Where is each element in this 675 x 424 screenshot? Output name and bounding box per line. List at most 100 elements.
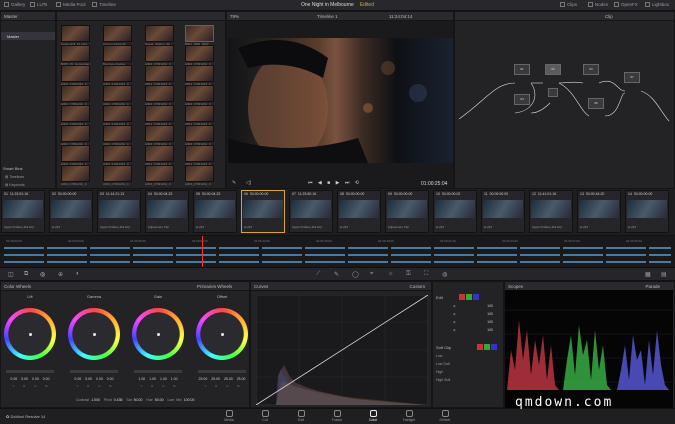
softclip-red-toggle[interactable] bbox=[477, 344, 483, 350]
media-thumbnail[interactable] bbox=[145, 85, 174, 102]
wheel-puck[interactable] bbox=[93, 333, 96, 336]
node-04[interactable]: 04 bbox=[514, 94, 530, 105]
media-thumbnail[interactable] bbox=[61, 125, 90, 142]
media-thumbnail[interactable] bbox=[103, 25, 132, 42]
curves-icon[interactable]: ⟋ bbox=[316, 271, 320, 278]
timeline-clip[interactable]: 03 11:14:21:13 Apple ProRes 422 HQ bbox=[97, 190, 141, 233]
wheel-values-gamma[interactable]: 0.00 0.00 0.00 0.00 bbox=[70, 377, 118, 381]
media-thumbnail[interactable] bbox=[61, 65, 90, 82]
timeline-track[interactable] bbox=[4, 254, 671, 256]
reverse-icon[interactable]: ◀ bbox=[318, 180, 322, 186]
blue-channel-toggle[interactable] bbox=[473, 294, 479, 300]
timeline-track[interactable] bbox=[4, 261, 671, 263]
node-03[interactable]: 03 bbox=[583, 64, 599, 75]
node-05[interactable] bbox=[548, 88, 558, 97]
media-thumbnail[interactable] bbox=[103, 165, 132, 182]
lightbox-button[interactable]: Lightbox bbox=[645, 2, 669, 7]
timeline-clip[interactable]: 05 00:00:04:23 H.264 bbox=[193, 190, 237, 233]
media-thumbnail[interactable] bbox=[61, 105, 90, 122]
master-wheel-gamma[interactable] bbox=[70, 370, 118, 373]
timeline-clip[interactable]: 09 00:00:00:00 Adjustment Clip bbox=[385, 190, 429, 233]
playhead[interactable] bbox=[202, 236, 203, 268]
qualifier-icon[interactable]: ✎ bbox=[334, 271, 339, 278]
media-thumbnail[interactable] bbox=[145, 45, 174, 62]
softclip-green-toggle[interactable] bbox=[484, 344, 490, 350]
media-thumbnail[interactable] bbox=[185, 165, 214, 182]
media-thumbnail[interactable] bbox=[185, 105, 214, 122]
hue-value[interactable]: 50.00 bbox=[155, 398, 164, 402]
lum-mix-value[interactable]: 100.00 bbox=[184, 398, 195, 402]
page-tab-cut[interactable]: Cut bbox=[250, 410, 280, 422]
media-thumbnail[interactable] bbox=[61, 25, 90, 42]
page-tab-fairlight[interactable]: Fairlight bbox=[394, 410, 424, 422]
smart-bin-timelines[interactable]: ▤ Timelines bbox=[5, 175, 24, 179]
sizing-icon[interactable]: ⛶ bbox=[424, 271, 428, 278]
page-tab-media[interactable]: Media bbox=[214, 410, 244, 422]
page-tab-fusion[interactable]: Fusion bbox=[322, 410, 352, 422]
pen-icon[interactable]: ✎ bbox=[232, 180, 236, 186]
color-match-icon[interactable]: ⧉ bbox=[24, 271, 28, 278]
window-icon[interactable]: ◯ bbox=[352, 271, 359, 278]
soft-clip-row[interactable]: Low Soft bbox=[436, 362, 450, 366]
master-wheel-lift[interactable] bbox=[6, 370, 54, 373]
media-thumbnail[interactable] bbox=[103, 65, 132, 82]
media-thumbnail[interactable] bbox=[185, 65, 214, 82]
curves-graph[interactable] bbox=[256, 295, 428, 405]
red-channel-toggle[interactable] bbox=[459, 294, 465, 300]
edit-value-row[interactable]: ◆ 100 bbox=[453, 328, 493, 332]
media-thumbnail[interactable] bbox=[103, 145, 132, 162]
timeline-clip[interactable]: 06 00:00:00:00 H.264 bbox=[241, 190, 285, 233]
media-thumbnail[interactable] bbox=[61, 165, 90, 182]
color-wheel-gain[interactable] bbox=[132, 308, 184, 360]
wheel-values-lift[interactable]: 0.00 0.00 0.00 0.00 bbox=[6, 377, 54, 381]
color-wheel-offset[interactable] bbox=[196, 308, 248, 360]
timeline-clip[interactable]: 07 11:23:50:16 Apple ProRes 422 HQ bbox=[289, 190, 333, 233]
page-tab-deliver[interactable]: Deliver bbox=[430, 410, 460, 422]
clips-button[interactable]: Clips bbox=[560, 2, 577, 7]
soft-clip-row[interactable]: High Soft bbox=[436, 378, 450, 382]
softclip-blue-toggle[interactable] bbox=[491, 344, 497, 350]
timeline-clip[interactable]: 14 00:00:00:00 H.264 bbox=[625, 190, 669, 233]
camera-raw-icon[interactable]: ◫ bbox=[8, 271, 14, 278]
timeline-clip[interactable]: 10 00:00:00:02 H.264 bbox=[433, 190, 477, 233]
color-wheels-icon[interactable]: ◎ bbox=[40, 271, 45, 278]
page-tab-edit[interactable]: Edit bbox=[286, 410, 316, 422]
wheels-mode-select[interactable]: Primaries Wheels bbox=[197, 284, 232, 289]
smart-bin-keywords[interactable]: ▤ Keywords bbox=[5, 183, 25, 187]
media-thumbnail[interactable] bbox=[145, 145, 174, 162]
media-thumbnail[interactable] bbox=[61, 85, 90, 102]
edit-value-row[interactable]: ◆ 100 bbox=[453, 304, 493, 308]
media-thumbnail[interactable] bbox=[185, 45, 214, 62]
curves-mode-select[interactable]: Custom bbox=[409, 284, 425, 289]
node-07[interactable]: 07 bbox=[624, 72, 640, 83]
media-thumbnail[interactable] bbox=[61, 45, 90, 62]
contrast-value[interactable]: 1.000 bbox=[91, 398, 100, 402]
timeline-clip[interactable]: 13 00:00:44:20 H.264 bbox=[577, 190, 621, 233]
tracker-icon[interactable]: ⌖ bbox=[370, 271, 373, 278]
timeline-clip[interactable]: 04 00:00:04:23 Adjustment Clip bbox=[145, 190, 189, 233]
node-02[interactable]: 02 bbox=[545, 64, 561, 75]
media-thumbnail[interactable] bbox=[145, 125, 174, 142]
media-thumbnail[interactable] bbox=[145, 25, 174, 42]
media-thumbnail[interactable] bbox=[185, 85, 214, 102]
blur-icon[interactable]: ☼ bbox=[388, 271, 394, 277]
media-thumbnail[interactable] bbox=[103, 125, 132, 142]
first-frame-icon[interactable]: ⏮ bbox=[308, 180, 313, 186]
bin-master[interactable]: Master bbox=[1, 32, 55, 40]
scopes-mode-select[interactable]: Parade bbox=[645, 284, 660, 289]
timeline-track[interactable] bbox=[4, 247, 671, 249]
edit-value-row[interactable]: ◆ 100 bbox=[453, 320, 493, 324]
timeline-clip[interactable]: 01 11:23:51:16 Apple ProRes 422 HQ bbox=[1, 190, 45, 233]
openfx-button[interactable]: OpenFX bbox=[614, 2, 638, 7]
play-icon[interactable]: ▶ bbox=[336, 180, 340, 186]
soft-clip-row[interactable]: Low bbox=[436, 354, 442, 358]
last-frame-icon[interactable]: ⏭ bbox=[345, 180, 350, 186]
wheel-values-offset[interactable]: 25.00 25.00 25.00 25.00 bbox=[198, 377, 246, 381]
page-tab-color[interactable]: Color bbox=[358, 410, 388, 422]
color-wheel-gamma[interactable] bbox=[68, 308, 120, 360]
zoom-level[interactable]: 79% bbox=[230, 14, 239, 19]
pivot-value[interactable]: 0.435 bbox=[114, 398, 123, 402]
edit-value-row[interactable]: ◆ 100 bbox=[453, 312, 493, 316]
timeline-clip[interactable]: 12 11:41:01:16 Apple ProRes 422 HQ bbox=[529, 190, 573, 233]
sat-value[interactable]: 50.00 bbox=[134, 398, 143, 402]
